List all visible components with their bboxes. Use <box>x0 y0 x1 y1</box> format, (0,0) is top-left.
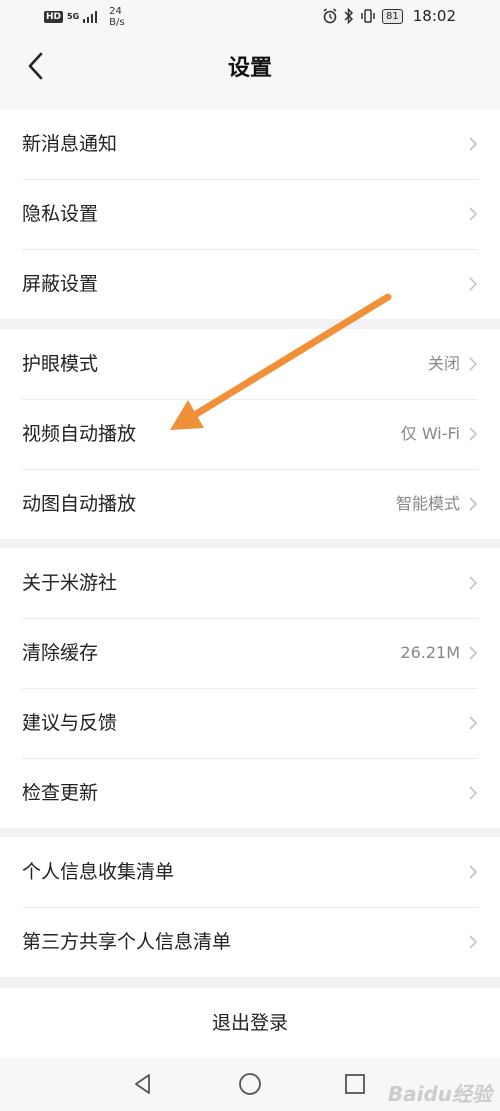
logout-button[interactable]: 退出登录 <box>0 988 500 1058</box>
chevron-right-icon <box>469 935 478 949</box>
row-value: 关闭 <box>427 354 460 373</box>
chevron-right-icon <box>469 357 478 371</box>
settings-row-block[interactable]: 屏蔽设置 <box>0 249 500 319</box>
settings-group-app: 关于米游社 清除缓存 26.21M 建议与反馈 检查更新 <box>0 548 500 828</box>
status-right: 81 18:02 <box>322 7 456 25</box>
system-recents-button[interactable] <box>339 1068 371 1100</box>
status-left: HD 5G 24 B/s <box>44 6 125 28</box>
settings-row-feedback[interactable]: 建议与反馈 <box>0 688 500 758</box>
row-label: 护眼模式 <box>22 353 99 375</box>
signal-icon <box>83 11 98 23</box>
speed-value: 24 <box>109 6 122 17</box>
speed-unit: B/s <box>109 17 125 28</box>
row-label: 清除缓存 <box>22 642 99 664</box>
settings-row-notifications[interactable]: 新消息通知 <box>0 109 500 179</box>
row-label: 动图自动播放 <box>22 493 137 515</box>
network-speed: 24 B/s <box>109 6 124 28</box>
row-label: 屏蔽设置 <box>22 273 99 295</box>
row-label: 视频自动播放 <box>22 423 137 445</box>
settings-row-check-update[interactable]: 检查更新 <box>0 758 500 828</box>
chevron-right-icon <box>469 716 478 730</box>
bluetooth-icon <box>344 8 354 24</box>
chevron-right-icon <box>469 646 478 660</box>
alarm-icon <box>323 8 337 24</box>
clock: 18:02 <box>412 7 456 25</box>
chevron-right-icon <box>469 207 478 221</box>
chevron-right-icon <box>469 497 478 511</box>
settings-row-video-autoplay[interactable]: 视频自动播放 仅 Wi-Fi <box>0 399 500 469</box>
chevron-right-icon <box>469 427 478 441</box>
row-value: 26.21M <box>400 643 460 662</box>
chevron-right-icon <box>469 277 478 291</box>
settings-row-gif-autoplay[interactable]: 动图自动播放 智能模式 <box>0 469 500 539</box>
vibrate-icon <box>361 9 375 23</box>
system-nav-bar: Baidu经验 <box>0 1058 500 1111</box>
status-bar: HD 5G 24 B/s 81 18:02 <box>0 0 500 36</box>
chevron-right-icon <box>469 576 478 590</box>
battery-icon: 81 <box>382 8 403 24</box>
settings-row-clear-cache[interactable]: 清除缓存 26.21M <box>0 618 500 688</box>
row-label: 个人信息收集清单 <box>22 861 175 883</box>
network-type: 5G <box>67 12 80 21</box>
row-label: 新消息通知 <box>22 133 118 155</box>
row-label: 检查更新 <box>22 782 99 804</box>
row-label: 隐私设置 <box>22 203 99 225</box>
row-label: 关于米游社 <box>22 572 118 594</box>
chevron-right-icon <box>469 137 478 151</box>
triangle-back-icon <box>135 1074 150 1094</box>
row-label: 建议与反馈 <box>22 712 118 734</box>
row-value: 仅 Wi-Fi <box>400 424 460 443</box>
hd-badge: HD <box>44 11 64 23</box>
baidu-watermark: Baidu经验 <box>387 1082 492 1106</box>
square-recents-icon <box>345 1074 365 1094</box>
chevron-right-icon <box>469 865 478 879</box>
settings-group-display: 护眼模式 关闭 视频自动播放 仅 Wi-Fi 动图自动播放 智能模式 <box>0 329 500 539</box>
chevron-right-icon <box>469 786 478 800</box>
system-home-button[interactable] <box>234 1068 266 1100</box>
circle-home-icon <box>239 1073 261 1095</box>
nav-bar: 设置 <box>0 36 500 109</box>
settings-row-third-party-sharing[interactable]: 第三方共享个人信息清单 <box>0 907 500 977</box>
settings-row-info-collection[interactable]: 个人信息收集清单 <box>0 837 500 907</box>
settings-group-general: 新消息通知 隐私设置 屏蔽设置 <box>0 109 500 319</box>
system-back-button[interactable] <box>127 1068 159 1100</box>
row-value: 智能模式 <box>395 494 460 513</box>
settings-row-eye-care[interactable]: 护眼模式 关闭 <box>0 329 500 399</box>
page-title: 设置 <box>227 56 272 81</box>
settings-row-privacy[interactable]: 隐私设置 <box>0 179 500 249</box>
row-label: 第三方共享个人信息清单 <box>22 931 232 953</box>
settings-group-personal-info: 个人信息收集清单 第三方共享个人信息清单 <box>0 837 500 977</box>
settings-row-about[interactable]: 关于米游社 <box>0 548 500 618</box>
